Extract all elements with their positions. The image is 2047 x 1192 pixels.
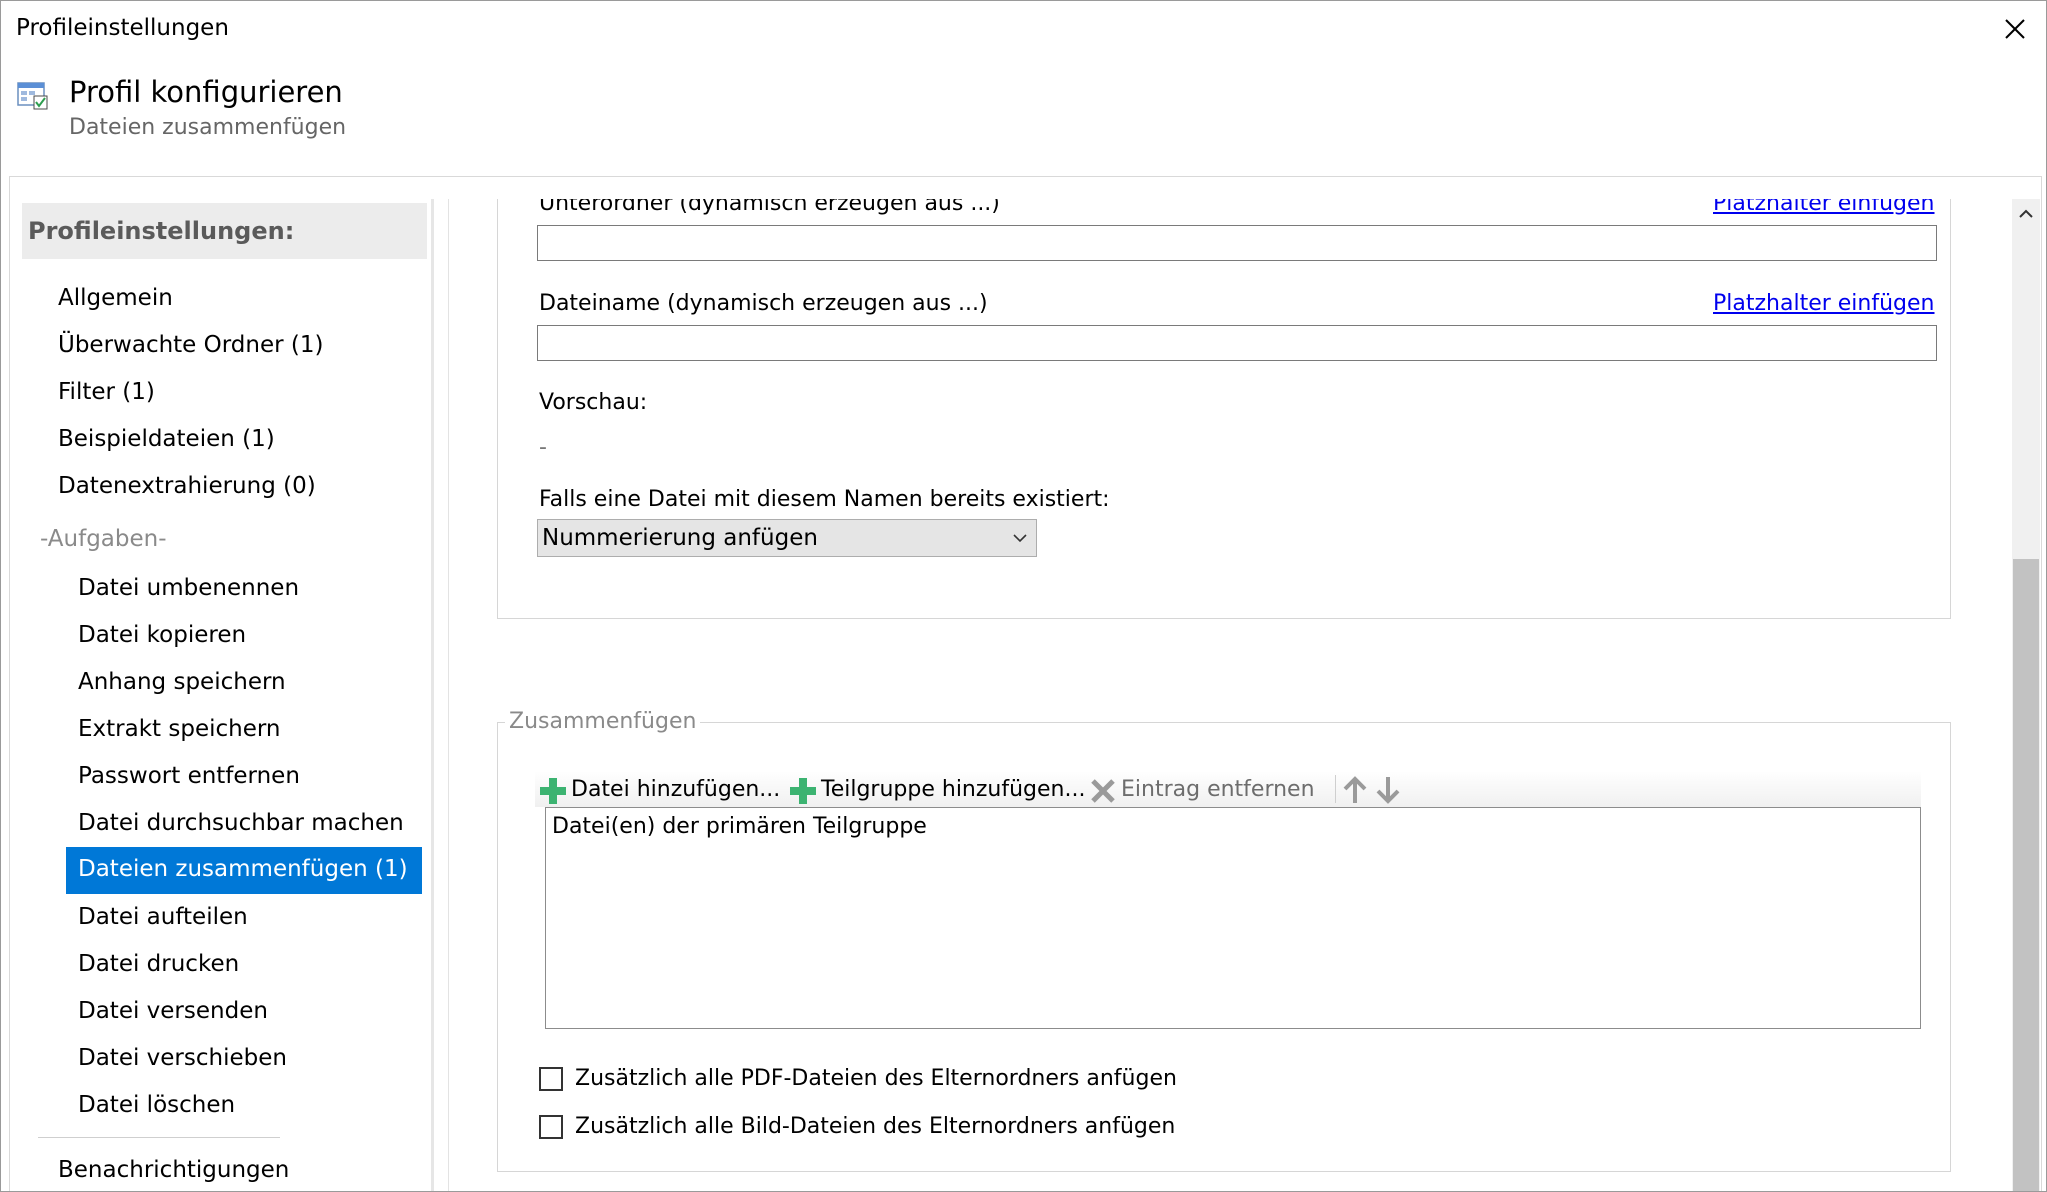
file-exists-dropdown[interactable]: Nummerierung anfügen (537, 519, 1037, 557)
subfolder-input[interactable] (537, 225, 1937, 261)
subfolder-input-field[interactable] (538, 226, 1936, 260)
move-down-button[interactable] (1373, 775, 1403, 805)
merge-group-title: Zusammenfügen (505, 709, 701, 734)
page-title: Profil konfigurieren (69, 75, 343, 109)
page-subtitle: Dateien zusammenfügen (69, 115, 347, 140)
delete-x-icon (1091, 779, 1115, 803)
append-image-checkbox-row[interactable]: Zusätzlich alle Bild-Dateien des Elterno… (539, 1113, 1189, 1143)
append-pdf-checkbox[interactable] (539, 1067, 563, 1091)
chevron-down-icon (1013, 534, 1027, 543)
filename-insert-placeholder-link[interactable]: Platzhalter einfügen (1713, 291, 1935, 316)
file-exists-label: Falls eine Datei mit diesem Namen bereit… (539, 487, 1110, 512)
sidebar-group-tasks: -Aufgaben- (40, 526, 167, 552)
sidebar-item-delete-file[interactable]: Datei löschen (78, 1092, 235, 1118)
append-pdf-checkbox-row[interactable]: Zusätzlich alle PDF-Dateien des Elternor… (539, 1065, 1189, 1095)
filename-label: Dateiname (dynamisch erzeugen aus ...) (539, 291, 988, 316)
toolbar-separator (1335, 775, 1336, 803)
merge-list[interactable]: Datei(en) der primären Teilgruppe (545, 807, 1921, 1029)
list-item[interactable]: Datei(en) der primären Teilgruppe (552, 814, 927, 839)
subfolder-label: Unterordner (dynamisch erzeugen aus ...) (539, 199, 1000, 216)
sidebar-item-merge-files[interactable]: Dateien zusammenfügen (1) (66, 847, 422, 894)
file-exists-selected-value: Nummerierung anfügen (542, 525, 818, 551)
filename-input-field[interactable] (538, 326, 1936, 360)
vertical-scrollbar[interactable] (2012, 199, 2040, 1191)
close-icon (2005, 19, 2025, 39)
title-bar: Profileinstellungen (1, 1, 2046, 59)
sidebar-item-print-file[interactable]: Datei drucken (78, 951, 239, 977)
scroll-thumb[interactable] (2013, 559, 2039, 1191)
append-image-checkbox[interactable] (539, 1115, 563, 1139)
sidebar: Profileinstellungen: Allgemein Überwacht… (10, 177, 435, 1191)
sidebar-item-save-attachment[interactable]: Anhang speichern (78, 669, 286, 695)
sidebar-item-rename-file[interactable]: Datei umbenennen (78, 575, 299, 601)
preview-label: Vorschau: (539, 390, 648, 415)
sidebar-item-send-file[interactable]: Datei versenden (78, 998, 268, 1024)
remove-entry-button[interactable]: Eintrag entfernen (1085, 771, 1330, 807)
move-up-button[interactable] (1340, 775, 1370, 805)
sidebar-item-remove-password[interactable]: Passwort entfernen (78, 763, 300, 789)
window-title: Profileinstellungen (16, 15, 229, 41)
close-button[interactable] (1984, 1, 2046, 59)
merge-toolbar: Datei hinzufügen... Teilgruppe hinzufüge… (535, 771, 1921, 807)
sidebar-item-move-file[interactable]: Datei verschieben (78, 1045, 287, 1071)
preview-value: - (539, 435, 547, 460)
scroll-up-button[interactable] (2012, 199, 2040, 229)
sidebar-item-make-searchable[interactable]: Datei durchsuchbar machen (78, 810, 404, 836)
sidebar-item-filter[interactable]: Filter (1) (58, 379, 155, 405)
sidebar-item-save-extract[interactable]: Extrakt speichern (78, 716, 281, 742)
sidebar-divider (38, 1137, 280, 1138)
sidebar-item-notifications[interactable]: Benachrichtigungen (58, 1157, 289, 1183)
sidebar-splitter[interactable] (431, 199, 434, 1191)
arrow-down-icon (1376, 777, 1400, 804)
subfolder-insert-placeholder-link[interactable]: Platzhalter einfügen (1713, 199, 1935, 216)
settings-window: Profileinstellungen Profil konfigurieren… (0, 0, 2047, 1192)
sidebar-heading: Profileinstellungen: (22, 203, 427, 259)
sidebar-item-allgemein[interactable]: Allgemein (58, 285, 173, 311)
sidebar-item-data-extraction[interactable]: Datenextrahierung (0) (58, 473, 316, 499)
plus-icon (790, 778, 816, 804)
add-file-button[interactable]: Datei hinzufügen... (535, 771, 785, 807)
filename-input[interactable] (537, 325, 1937, 361)
sidebar-item-copy-file[interactable]: Datei kopieren (78, 622, 246, 648)
add-subgroup-button[interactable]: Teilgruppe hinzufügen... (785, 771, 1085, 807)
profile-settings-icon (17, 82, 48, 110)
content-area: Profileinstellungen: Allgemein Überwacht… (9, 176, 2042, 1191)
sidebar-item-split-file[interactable]: Datei aufteilen (78, 904, 248, 930)
arrow-up-icon (1343, 776, 1367, 803)
plus-icon (540, 778, 566, 804)
chevron-up-icon (2019, 209, 2033, 218)
sidebar-item-watched-folders[interactable]: Überwachte Ordner (1) (58, 332, 323, 358)
sidebar-item-sample-files[interactable]: Beispieldateien (1) (58, 426, 275, 452)
main-panel: Unterordner (dynamisch erzeugen aus ...)… (448, 199, 2012, 1191)
